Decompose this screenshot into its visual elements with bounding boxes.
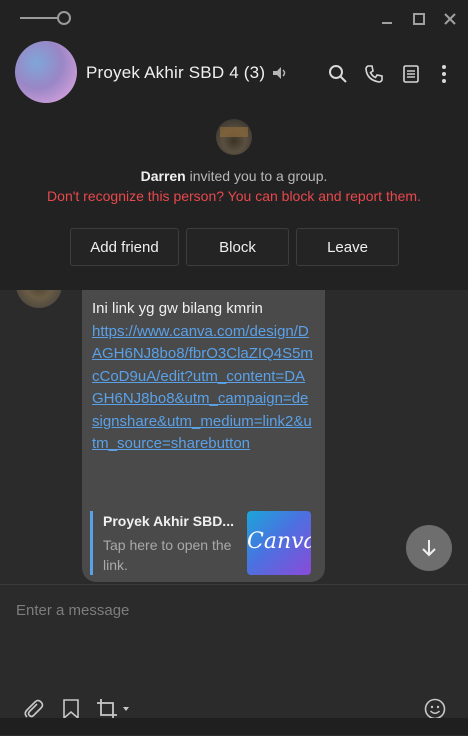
chat-header: Proyek Akhir SBD 4 (3) bbox=[0, 36, 468, 112]
bookmark-icon[interactable] bbox=[60, 698, 82, 720]
emoji-icon[interactable] bbox=[424, 698, 446, 720]
thumbnail-logo-text: Canva bbox=[247, 529, 311, 554]
title-bar bbox=[0, 0, 468, 36]
message-link[interactable]: https://www.canva.com/design/DAGH6NJ8bo8… bbox=[92, 321, 314, 455]
minimize-icon[interactable] bbox=[378, 10, 396, 28]
maximize-icon[interactable] bbox=[410, 10, 428, 28]
security-warning: Don't recognize this person? You can blo… bbox=[47, 188, 421, 204]
inviter-name: Darren bbox=[140, 168, 186, 184]
message-text: Ini link yg gw bilang kmrin bbox=[92, 300, 263, 317]
message-input[interactable] bbox=[16, 595, 446, 625]
chat-title[interactable]: Proyek Akhir SBD 4 (3) bbox=[86, 63, 265, 83]
crop-icon[interactable] bbox=[96, 698, 132, 720]
link-preview-thumbnail: Canva bbox=[247, 511, 311, 575]
link-preview-card[interactable]: Proyek Akhir SBD... Tap here to open the… bbox=[90, 511, 315, 575]
leave-button[interactable]: Leave bbox=[296, 228, 399, 266]
more-vertical-icon[interactable] bbox=[434, 64, 454, 84]
message-list[interactable]: Ini link yg gw bilang kmrin https://www.… bbox=[0, 290, 468, 584]
link-preview-title: Proyek Akhir SBD... bbox=[103, 513, 234, 529]
link-preview-description: Tap here to open the link. bbox=[103, 537, 232, 573]
attachment-icon[interactable] bbox=[22, 698, 44, 720]
inviter-avatar[interactable] bbox=[216, 119, 252, 155]
notes-icon[interactable] bbox=[401, 64, 421, 84]
close-icon[interactable] bbox=[441, 10, 459, 28]
search-icon[interactable] bbox=[328, 64, 348, 84]
message-bubble[interactable]: Ini link yg gw bilang kmrin https://www.… bbox=[82, 290, 325, 582]
arrow-down-icon bbox=[422, 540, 436, 557]
phone-icon[interactable] bbox=[364, 64, 384, 84]
add-friend-button[interactable]: Add friend bbox=[70, 228, 179, 266]
group-avatar[interactable] bbox=[15, 41, 77, 103]
composer bbox=[0, 584, 468, 736]
scroll-to-bottom-button[interactable] bbox=[406, 525, 452, 571]
sender-avatar[interactable] bbox=[16, 290, 62, 308]
group-invite-notice: Darren invited you to a group. Don't rec… bbox=[0, 112, 468, 291]
window-bottom-edge bbox=[0, 718, 468, 735]
invite-message: Darren invited you to a group. bbox=[0, 168, 468, 184]
block-button[interactable]: Block bbox=[186, 228, 289, 266]
invite-text: invited you to a group. bbox=[189, 168, 328, 184]
speaker-icon bbox=[271, 65, 287, 81]
